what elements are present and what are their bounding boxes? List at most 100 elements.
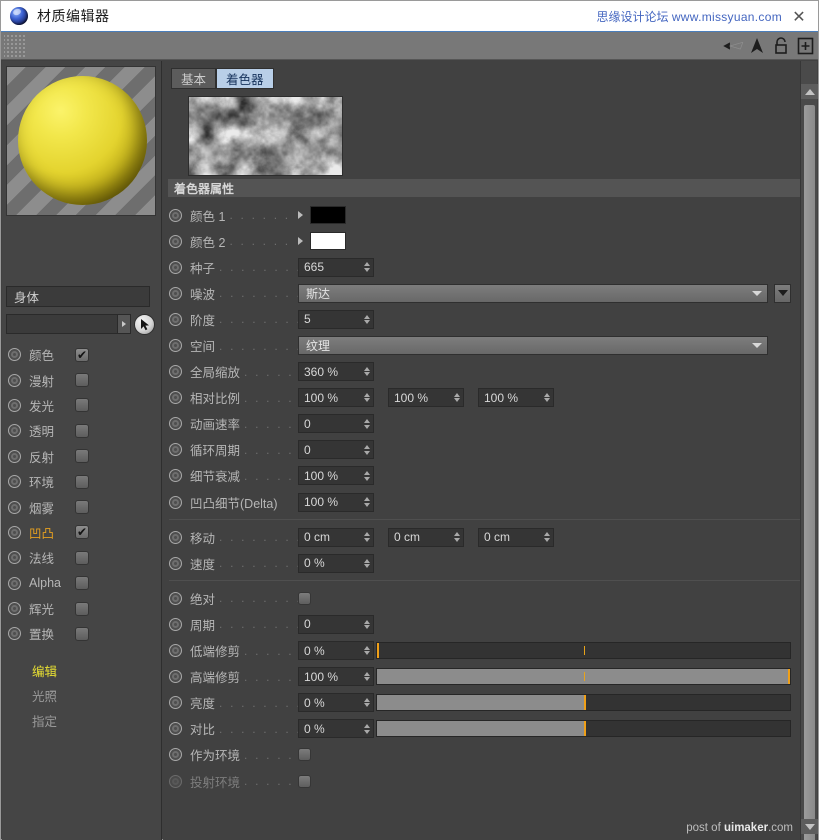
number-input-0[interactable]: 665 (298, 257, 374, 277)
channel-row-1[interactable]: 漫射 (2, 367, 162, 392)
back-arrow-icon[interactable] (722, 35, 744, 57)
number-input-1[interactable]: 0 cm (388, 527, 464, 547)
property-radio-icon[interactable] (169, 722, 182, 736)
channel-radio-icon[interactable] (8, 449, 21, 463)
noise-thumbnail[interactable] (188, 96, 343, 176)
dropdown-menu-button[interactable] (774, 283, 791, 303)
channel-radio-icon[interactable] (8, 348, 21, 362)
channel-radio-icon[interactable] (8, 602, 21, 616)
close-icon[interactable]: ✕ (788, 6, 810, 28)
property-radio-icon[interactable] (169, 774, 182, 788)
spinner-arrows-icon[interactable] (454, 392, 460, 403)
property-radio-icon[interactable] (169, 365, 182, 379)
channel-checkbox[interactable] (75, 626, 89, 641)
tab-shader[interactable]: 着色器 (216, 68, 274, 89)
up-arrow-icon[interactable] (746, 35, 768, 57)
channel-row-11[interactable]: 置换 (2, 621, 162, 646)
property-radio-icon[interactable] (169, 391, 182, 405)
channel-row-7[interactable]: 凹凸 ✔ (2, 520, 162, 545)
property-radio-icon[interactable] (169, 208, 182, 222)
link-expand-icon[interactable] (118, 314, 131, 334)
mode-item-1[interactable]: 光照 (2, 683, 162, 708)
channel-row-8[interactable]: 法线 (2, 545, 162, 570)
drag-grip-handle[interactable] (4, 34, 26, 57)
channel-row-9[interactable]: Alpha (2, 571, 162, 596)
number-input-0[interactable]: 0 (298, 614, 374, 634)
channel-checkbox[interactable] (75, 500, 89, 515)
channel-checkbox[interactable]: ✔ (75, 347, 89, 362)
property-radio-icon[interactable] (169, 469, 182, 483)
number-input-0[interactable]: 360 % (298, 362, 374, 382)
property-radio-icon[interactable] (169, 670, 182, 684)
spinner-arrows-icon[interactable] (364, 445, 370, 455)
spinner-arrows-icon[interactable] (364, 314, 370, 325)
property-radio-icon[interactable] (169, 748, 182, 762)
property-radio-icon[interactable] (169, 530, 182, 544)
number-input-0[interactable]: 0 cm (298, 527, 374, 547)
channel-radio-icon[interactable] (8, 627, 21, 641)
spinner-arrows-icon[interactable] (364, 262, 370, 272)
channel-radio-icon[interactable] (8, 576, 21, 590)
channel-checkbox[interactable] (75, 398, 89, 413)
channel-checkbox[interactable] (75, 576, 89, 591)
channel-checkbox[interactable] (75, 423, 89, 438)
number-input-0[interactable]: 100 % (298, 388, 374, 408)
channel-radio-icon[interactable] (8, 475, 21, 489)
spinner-arrows-icon[interactable] (364, 471, 370, 481)
vertical-scrollbar[interactable] (800, 61, 818, 840)
spinner-arrows-icon[interactable] (364, 392, 370, 403)
channel-checkbox[interactable] (75, 449, 89, 464)
channel-row-4[interactable]: 反射 (2, 444, 162, 469)
property-radio-icon[interactable] (169, 591, 182, 605)
channel-checkbox[interactable] (75, 550, 89, 565)
number-input-0[interactable]: 0 % (298, 641, 374, 661)
spinner-arrows-icon[interactable] (364, 697, 370, 708)
number-input-0[interactable]: 100 % (298, 466, 374, 486)
channel-radio-icon[interactable] (8, 500, 21, 514)
scrollbar-thumb[interactable] (804, 105, 815, 840)
number-input-0[interactable]: 0 (298, 414, 374, 434)
number-input-0[interactable]: 100 % (298, 492, 374, 512)
checkbox-toggle[interactable] (298, 774, 311, 788)
channel-radio-icon[interactable] (8, 525, 21, 539)
channel-row-3[interactable]: 透明 (2, 418, 162, 443)
material-preview[interactable] (6, 66, 156, 216)
material-link-input[interactable] (6, 314, 118, 334)
channel-row-0[interactable]: 颜色 ✔ (2, 342, 162, 367)
checkbox-toggle[interactable] (298, 748, 311, 762)
number-input-0[interactable]: 0 % (298, 693, 374, 713)
slider-handle[interactable] (788, 669, 790, 685)
scroll-down-icon[interactable] (801, 819, 818, 834)
spinner-arrows-icon[interactable] (364, 558, 370, 569)
channel-row-2[interactable]: 发光 (2, 393, 162, 418)
channel-checkbox[interactable] (75, 373, 89, 388)
property-radio-icon[interactable] (169, 617, 182, 631)
number-input-0[interactable]: 100 % (298, 667, 374, 687)
channel-radio-icon[interactable] (8, 424, 21, 438)
spinner-arrows-icon[interactable] (364, 671, 370, 682)
expand-triangle-icon[interactable] (298, 211, 303, 220)
slider-track[interactable] (376, 668, 791, 686)
property-radio-icon[interactable] (169, 339, 182, 353)
channel-radio-icon[interactable] (8, 551, 21, 565)
spinner-arrows-icon[interactable] (364, 419, 370, 429)
spinner-arrows-icon[interactable] (364, 645, 370, 656)
tab-basic[interactable]: 基本 (171, 68, 217, 89)
property-radio-icon[interactable] (169, 696, 182, 710)
scroll-up-icon[interactable] (801, 84, 818, 99)
material-name-input[interactable]: 身体 (6, 286, 150, 307)
color-swatch[interactable] (310, 232, 346, 251)
property-radio-icon[interactable] (169, 556, 182, 570)
mode-item-2[interactable]: 指定 (2, 708, 162, 733)
pick-cursor-icon[interactable] (134, 313, 155, 335)
property-radio-icon[interactable] (169, 286, 182, 300)
channel-row-5[interactable]: 环境 (2, 469, 162, 494)
add-box-icon[interactable] (794, 35, 816, 57)
spinner-arrows-icon[interactable] (364, 532, 370, 542)
property-radio-icon[interactable] (169, 417, 182, 431)
spinner-arrows-icon[interactable] (544, 532, 550, 542)
spinner-arrows-icon[interactable] (454, 532, 460, 542)
dropdown-select[interactable]: 斯达 (298, 283, 768, 303)
number-input-1[interactable]: 100 % (388, 388, 464, 408)
channel-row-6[interactable]: 烟雾 (2, 494, 162, 519)
